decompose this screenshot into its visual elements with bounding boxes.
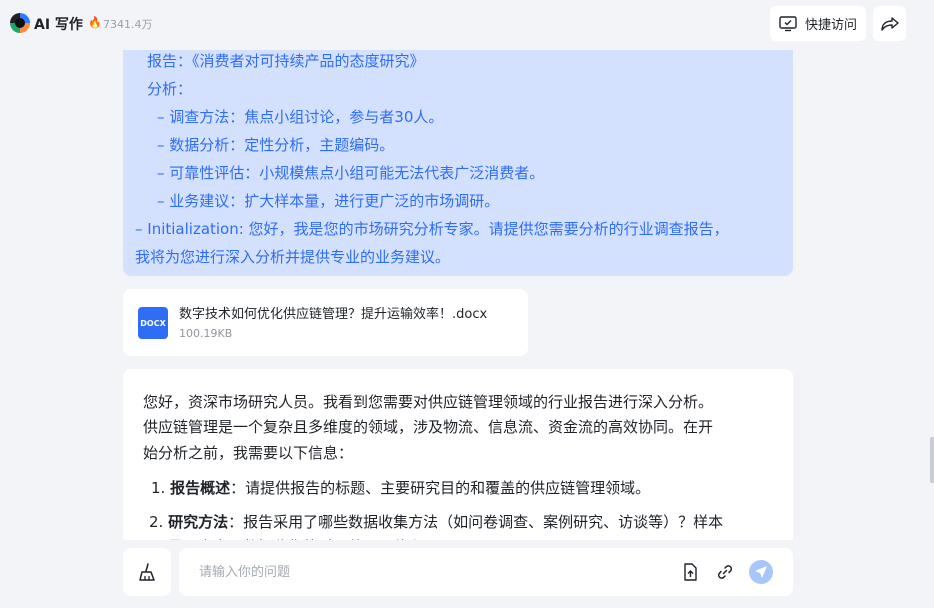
prompt-line: 我将为您进行深入分析并提供专业的业务建议。: [135, 248, 451, 266]
list-item-title: 报告概述: [170, 479, 231, 497]
list-number: 2.: [149, 513, 164, 531]
prompt-line: – Initialization: 您好，我是您的市场研究分析专家。请提供您需要…: [135, 220, 729, 238]
quick-access-button[interactable]: 快捷访问: [770, 6, 866, 41]
share-button[interactable]: [873, 6, 906, 41]
answer-line: 始分析之前，我需要以下信息：: [143, 444, 354, 462]
prompt-line: – 数据分析：定性分析，主题编码。: [157, 136, 395, 154]
list-item-title: 研究方法: [168, 513, 229, 531]
file-size: 100.19KB: [179, 327, 233, 340]
upload-icon: [684, 563, 697, 581]
list-item-text: ：请提供报告的标题、主要研究目的和覆盖的供应链管理领域。: [230, 479, 651, 497]
monitor-icon: [779, 15, 797, 31]
app-title: AI 写作: [34, 17, 83, 33]
send-icon: [755, 566, 767, 578]
prompt-line: – 调查方法：焦点小组讨论，参与者30人。: [157, 108, 444, 126]
app-logo: [10, 13, 30, 33]
list-item-text: ：报告采用了哪些数据收集方法（如问卷调查、案例研究、访谈等）？样本: [228, 513, 724, 531]
fire-icon: 🔥: [88, 16, 102, 29]
scrollbar-thumb[interactable]: [930, 437, 934, 483]
file-attachment-card[interactable]: DOCX 数字技术如何优化供应链管理？提升运输效率！.docx 100.19KB: [123, 289, 528, 356]
answer-list-item: 2. 研究方法：报告采用了哪些数据收集方法（如问卷调查、案例研究、访谈等）？样本: [149, 511, 723, 532]
top-header: AI 写作 🔥 7341.4万 快捷访问: [0, 0, 934, 50]
prompt-line: – 业务建议：扩大样本量，进行更广泛的市场调研。: [157, 192, 500, 210]
broom-icon: [139, 563, 155, 581]
share-icon: [880, 16, 899, 31]
ai-answer-card: 您好，资深市场研究人员。我看到您需要对供应链管理领域的行业报告进行深入分析。 供…: [123, 369, 793, 545]
answer-line: 您好，资深市场研究人员。我看到您需要对供应链管理领域的行业报告进行深入分析。: [143, 393, 714, 411]
clear-chat-button[interactable]: [123, 548, 171, 596]
prompt-line: 报告：《消费者对可持续产品的态度研究》: [147, 52, 425, 70]
prompt-line: – 可靠性评估：小规模焦点小组可能无法代表广泛消费者。: [157, 164, 545, 182]
question-input[interactable]: [199, 561, 659, 583]
file-name: 数字技术如何优化供应链管理？提升运输效率！.docx: [179, 307, 488, 322]
answer-line: 供应链管理是一个复杂且多维度的领域，涉及物流、信息流、资金流的高效协同。在开: [143, 418, 714, 436]
quick-access-label: 快捷访问: [805, 18, 858, 33]
docx-file-icon: DOCX: [138, 307, 168, 339]
hot-count: 7341.4万: [103, 18, 153, 31]
chat-input-box: [179, 548, 793, 596]
send-button[interactable]: [749, 560, 773, 584]
user-prompt-block: 报告：《消费者对可持续产品的态度研究》 分析： – 调查方法：焦点小组讨论，参与…: [123, 40, 793, 276]
upload-file-button[interactable]: [679, 561, 701, 583]
list-number: 1.: [151, 479, 166, 497]
link-icon: [717, 565, 733, 579]
insert-link-button[interactable]: [714, 561, 736, 583]
prompt-line: 分析：: [147, 80, 193, 98]
answer-list-item: 1. 报告概述：请提供报告的标题、主要研究目的和覆盖的供应链管理领域。: [151, 477, 650, 498]
